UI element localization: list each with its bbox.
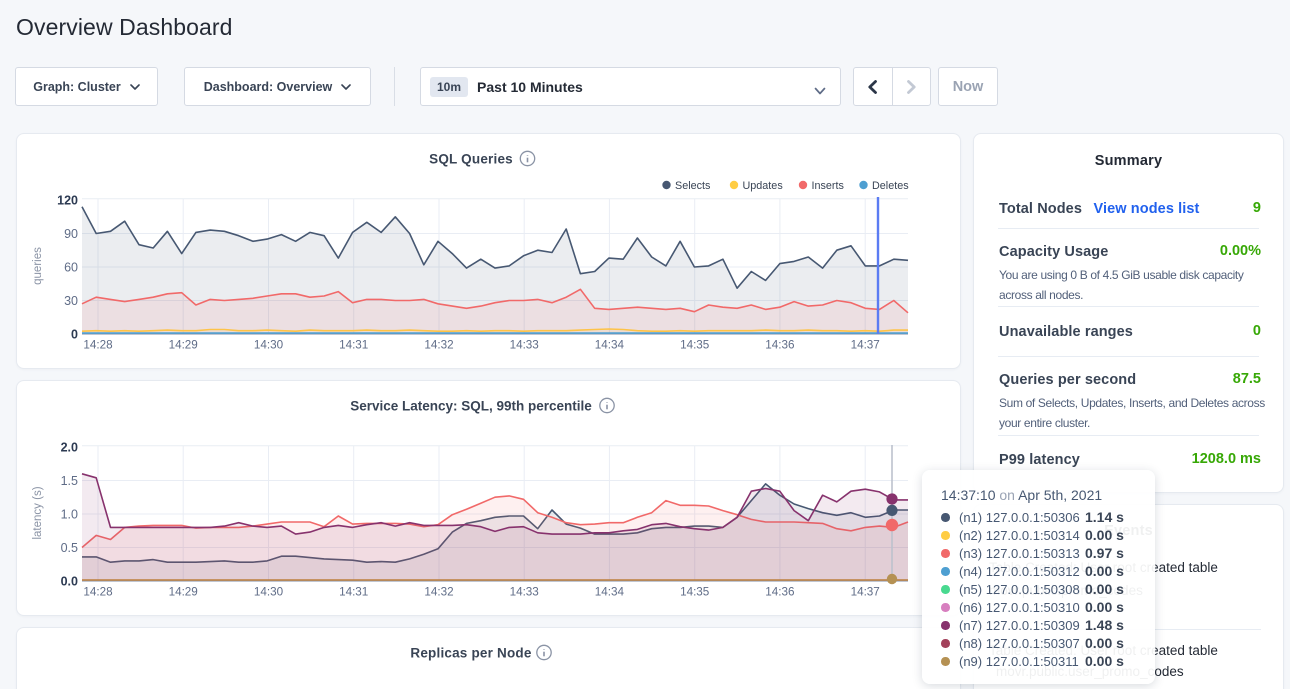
- svg-text:14:34: 14:34: [595, 586, 625, 599]
- svg-text:30: 30: [64, 294, 78, 308]
- svg-text:14:32: 14:32: [424, 339, 453, 352]
- svg-text:14:29: 14:29: [169, 586, 198, 599]
- svg-text:14:35: 14:35: [680, 339, 710, 352]
- svg-text:1.0: 1.0: [61, 507, 78, 521]
- svg-text:14:28: 14:28: [83, 586, 112, 599]
- svg-text:1.5: 1.5: [61, 474, 78, 488]
- svg-text:0.5: 0.5: [61, 541, 78, 555]
- svg-text:14:35: 14:35: [680, 586, 710, 599]
- svg-text:120: 120: [57, 193, 78, 207]
- svg-text:90: 90: [64, 227, 78, 241]
- svg-text:SQL Queries: SQL Queries: [429, 152, 513, 167]
- svg-text:14:30: 14:30: [254, 339, 284, 352]
- svg-text:60: 60: [64, 260, 78, 274]
- svg-text:Inserts: Inserts: [812, 180, 845, 192]
- svg-text:14:37: 14:37: [851, 586, 880, 599]
- svg-text:14:36: 14:36: [765, 586, 794, 599]
- svg-text:14:37: 14:37: [851, 339, 880, 352]
- svg-text:14:33: 14:33: [510, 339, 539, 352]
- svg-text:14:31: 14:31: [339, 586, 368, 599]
- svg-text:14:34: 14:34: [595, 339, 625, 352]
- svg-text:14:36: 14:36: [765, 339, 794, 352]
- svg-text:Selects: Selects: [675, 180, 711, 192]
- svg-text:14:32: 14:32: [424, 586, 453, 599]
- svg-text:0.0: 0.0: [61, 574, 78, 588]
- svg-text:14:29: 14:29: [169, 339, 198, 352]
- svg-text:14:31: 14:31: [339, 339, 368, 352]
- svg-text:latency (s): latency (s): [32, 486, 44, 539]
- svg-text:14:30: 14:30: [254, 586, 284, 599]
- svg-text:queries: queries: [32, 247, 44, 285]
- svg-text:0: 0: [71, 327, 78, 341]
- svg-text:Deletes: Deletes: [872, 180, 909, 192]
- svg-text:Service Latency: SQL, 99th per: Service Latency: SQL, 99th percentile: [350, 399, 592, 414]
- svg-text:14:28: 14:28: [83, 339, 112, 352]
- svg-text:Updates: Updates: [743, 180, 784, 192]
- svg-text:2.0: 2.0: [61, 440, 78, 454]
- svg-text:Replicas per Node: Replicas per Node: [410, 646, 531, 661]
- svg-text:14:33: 14:33: [510, 586, 539, 599]
